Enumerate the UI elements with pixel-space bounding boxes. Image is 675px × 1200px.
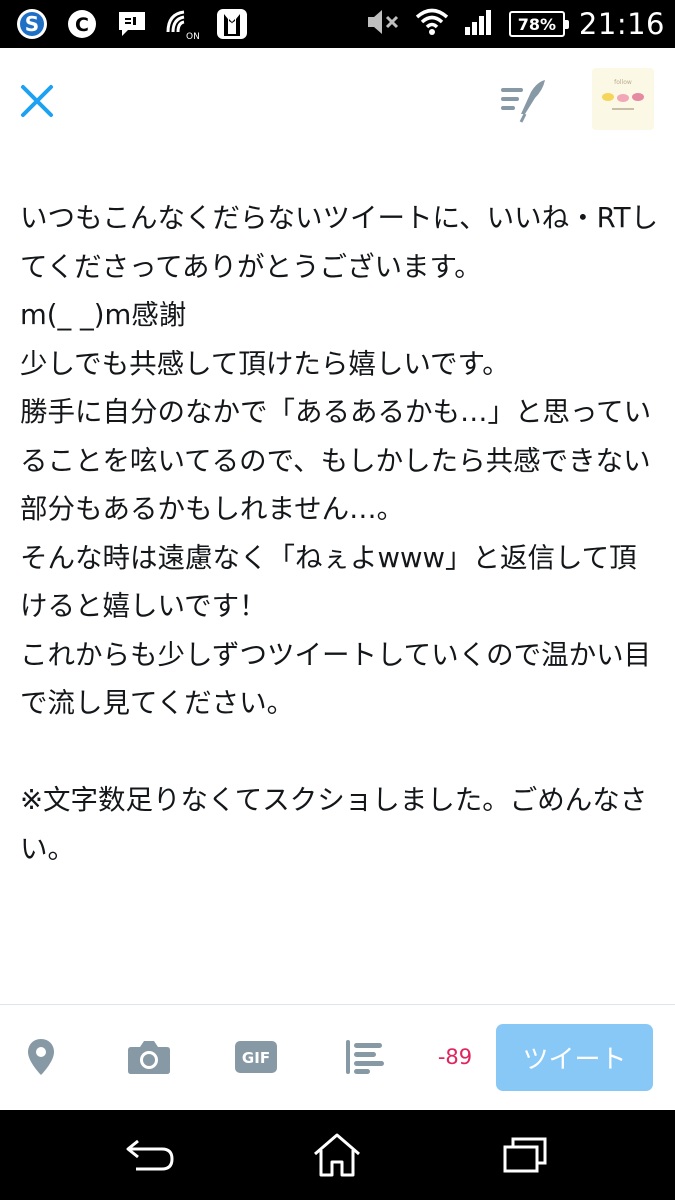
mute-icon xyxy=(365,7,401,41)
svg-text:ON: ON xyxy=(186,32,200,42)
signal-icon xyxy=(463,7,495,41)
compose-header: follow xyxy=(0,48,675,158)
battery-level: 78% xyxy=(517,14,557,34)
notification-icons: S C ON xyxy=(14,6,250,42)
poll-button[interactable] xyxy=(344,1035,386,1079)
wifi-icon xyxy=(415,7,449,41)
battery-indicator: 78% xyxy=(508,11,569,37)
back-button[interactable] xyxy=(120,1130,180,1180)
system-status: 78% 21:16 xyxy=(365,0,665,48)
recent-apps-button[interactable] xyxy=(495,1130,555,1180)
back-arrow-icon xyxy=(126,1139,174,1171)
camera-button[interactable] xyxy=(126,1035,172,1079)
recent-apps-icon xyxy=(503,1137,547,1173)
gif-icon: GIF xyxy=(235,1041,277,1073)
close-icon xyxy=(21,85,53,117)
tweet-text-input[interactable]: いつもこんなくだらないツイートに、いいね・RTしてくださってありがとうございます… xyxy=(20,194,660,873)
close-button[interactable] xyxy=(16,80,58,122)
message-icon xyxy=(114,6,150,42)
svg-text:C: C xyxy=(75,14,89,36)
camera-icon xyxy=(128,1041,170,1074)
home-button[interactable] xyxy=(307,1130,367,1180)
location-button[interactable] xyxy=(24,1035,58,1079)
drafts-button[interactable] xyxy=(497,78,551,124)
location-pin-icon xyxy=(28,1039,54,1075)
drafts-icon xyxy=(501,80,545,123)
s-app-icon: S xyxy=(14,6,50,42)
tweet-button[interactable]: ツイート xyxy=(496,1024,653,1091)
svg-text:GIF: GIF xyxy=(242,1049,270,1067)
poll-icon xyxy=(346,1040,384,1074)
gif-button[interactable]: GIF xyxy=(234,1035,278,1079)
svg-text:S: S xyxy=(25,12,39,36)
navigation-bar xyxy=(0,1110,675,1200)
home-icon xyxy=(314,1133,360,1177)
status-bar: S C ON 78% 21:16 xyxy=(0,0,675,48)
nfc-on-icon: ON xyxy=(164,6,200,42)
avatar-caption: follow xyxy=(614,79,632,86)
compose-toolbar: GIF -89 ツイート xyxy=(0,1005,675,1110)
avatar[interactable]: follow xyxy=(592,68,654,130)
status-clock: 21:16 xyxy=(578,7,665,41)
c-app-icon: C xyxy=(64,6,100,42)
character-counter: -89 xyxy=(437,1045,473,1069)
tuxedo-app-icon xyxy=(214,6,250,42)
